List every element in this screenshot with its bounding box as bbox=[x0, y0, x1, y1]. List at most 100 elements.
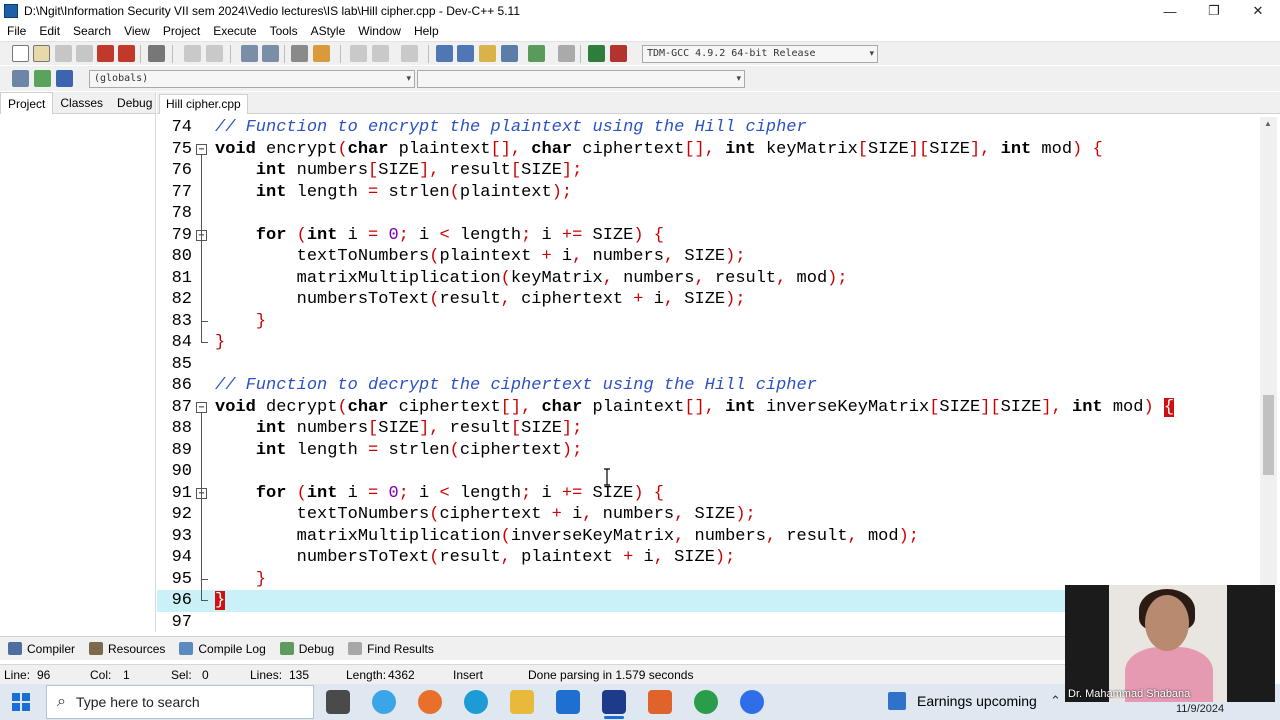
scroll-up-icon[interactable]: ▲ bbox=[1264, 119, 1272, 128]
tab-find-results[interactable]: Find Results bbox=[348, 642, 434, 656]
tab-project[interactable]: Project bbox=[0, 92, 54, 114]
save-icon[interactable] bbox=[55, 45, 72, 62]
menu-tools[interactable]: Tools bbox=[263, 24, 304, 38]
symbol-select[interactable]: ▾ bbox=[417, 70, 745, 88]
code-line[interactable]: 82 numbersToText(result, ciphertext + i,… bbox=[157, 289, 1260, 311]
redo-icon[interactable] bbox=[206, 45, 223, 62]
copilot-icon[interactable] bbox=[372, 690, 396, 714]
powerpoint-icon[interactable] bbox=[648, 690, 672, 714]
code-line[interactable]: 86 // Function to decrypt the ciphertext … bbox=[157, 375, 1260, 397]
code-line[interactable]: 77 int length = strlen(plaintext); bbox=[157, 182, 1260, 204]
code-line[interactable]: 83 } bbox=[157, 311, 1260, 333]
goto-definition-icon[interactable] bbox=[34, 70, 51, 87]
menu-astyle[interactable]: AStyle bbox=[304, 24, 352, 38]
code-line[interactable]: 89 int length = strlen(ciphertext); bbox=[157, 440, 1260, 462]
menu-search[interactable]: Search bbox=[66, 24, 117, 38]
menu-file[interactable]: File bbox=[0, 24, 32, 38]
tab-compile-log[interactable]: Compile Log bbox=[179, 642, 266, 656]
code-line[interactable]: 87− void decrypt(char ciphertext[], char … bbox=[157, 397, 1260, 419]
line-number: 95 bbox=[171, 569, 192, 589]
edge-icon[interactable] bbox=[464, 690, 488, 714]
file-explorer-icon[interactable] bbox=[510, 690, 534, 714]
compile-icon[interactable] bbox=[436, 45, 453, 62]
fold-toggle-icon[interactable]: − bbox=[196, 401, 207, 413]
find-icon[interactable] bbox=[241, 45, 258, 62]
task-view-icon[interactable] bbox=[326, 690, 350, 714]
taskbar-search-box[interactable]: ⌕ Type here to search bbox=[46, 685, 314, 719]
tab-debug-output[interactable]: Debug bbox=[279, 642, 334, 656]
rebuild-all-icon[interactable] bbox=[501, 45, 518, 62]
menu-edit[interactable]: Edit bbox=[32, 24, 66, 38]
code-text: int numbers[SIZE], result[SIZE]; bbox=[255, 161, 583, 180]
menu-view[interactable]: View bbox=[117, 24, 156, 38]
tab-debug[interactable]: Debug bbox=[110, 92, 159, 114]
code-line[interactable]: 90 bbox=[157, 461, 1260, 483]
code-line[interactable]: 85 bbox=[157, 354, 1260, 376]
menu-window[interactable]: Window bbox=[351, 24, 407, 38]
menu-help[interactable]: Help bbox=[407, 24, 445, 38]
syntax-check-icon[interactable] bbox=[528, 45, 545, 62]
run-icon[interactable] bbox=[457, 45, 474, 62]
tab-classes[interactable]: Classes bbox=[53, 92, 110, 114]
code-text: } bbox=[215, 591, 226, 610]
fold-toggle-icon[interactable]: − bbox=[196, 143, 207, 155]
tab-resources[interactable]: Resources bbox=[89, 642, 165, 656]
webcam-caption: Dr. Mahammad Shabana bbox=[1068, 688, 1191, 700]
insert-icon[interactable] bbox=[12, 70, 29, 87]
tray-chevron-up-icon[interactable]: ⌃ bbox=[1050, 693, 1061, 709]
devcpp-taskbar-icon[interactable] bbox=[602, 690, 626, 719]
menu-project[interactable]: Project bbox=[156, 24, 206, 38]
code-line[interactable]: 93 matrixMultiplication(inverseKeyMatrix… bbox=[157, 526, 1260, 548]
unindent-icon[interactable] bbox=[372, 45, 389, 62]
code-line[interactable]: 81 matrixMultiplication(keyMatrix, numbe… bbox=[157, 268, 1260, 290]
toggle-bookmark-icon[interactable] bbox=[313, 45, 330, 62]
print-icon[interactable] bbox=[148, 45, 165, 62]
code-line[interactable]: 84} bbox=[157, 332, 1260, 354]
close-all-icon[interactable] bbox=[118, 45, 135, 62]
close-file-icon[interactable] bbox=[97, 45, 114, 62]
profile-icon[interactable] bbox=[588, 45, 605, 62]
save-all-icon[interactable] bbox=[76, 45, 93, 62]
windows-start-icon[interactable] bbox=[12, 693, 30, 711]
bookmark-icon[interactable] bbox=[56, 70, 73, 87]
debug-icon[interactable] bbox=[610, 45, 627, 62]
chrome-icon[interactable] bbox=[694, 690, 718, 714]
code-line[interactable]: 91− for (int i = 0; i < length; i += SIZ… bbox=[157, 483, 1260, 505]
firefox-icon[interactable] bbox=[418, 690, 442, 714]
status-lines-label: Lines: bbox=[250, 668, 283, 682]
scope-select[interactable]: (globals) ▾ bbox=[89, 70, 415, 88]
code-line[interactable]: 76 int numbers[SIZE], result[SIZE]; bbox=[157, 160, 1260, 182]
scrollbar-thumb[interactable] bbox=[1263, 395, 1274, 475]
code-line[interactable]: 78 bbox=[157, 203, 1260, 225]
compile-run-icon[interactable] bbox=[479, 45, 496, 62]
code-editor[interactable]: 74 // Function to encrypt the plaintext u… bbox=[157, 117, 1260, 633]
new-file-icon[interactable] bbox=[12, 45, 29, 62]
undo-icon[interactable] bbox=[184, 45, 201, 62]
mail-icon[interactable] bbox=[556, 690, 580, 714]
fold-guide-end bbox=[201, 600, 208, 601]
goto-line-icon[interactable] bbox=[291, 45, 308, 62]
editor-vertical-scrollbar[interactable]: ▲ bbox=[1260, 117, 1277, 585]
minimize-button[interactable]: — bbox=[1148, 0, 1192, 22]
toggle-comment-icon[interactable] bbox=[401, 45, 418, 62]
code-line[interactable]: 92 textToNumbers(ciphertext + i, numbers… bbox=[157, 504, 1260, 526]
replace-icon[interactable] bbox=[262, 45, 279, 62]
menu-execute[interactable]: Execute bbox=[206, 24, 262, 38]
code-line[interactable]: 74 // Function to encrypt the plaintext u… bbox=[157, 117, 1260, 139]
code-line[interactable]: 94 numbersToText(result, plaintext + i, … bbox=[157, 547, 1260, 569]
code-line[interactable]: 75− void encrypt(char plaintext[], char c… bbox=[157, 139, 1260, 161]
code-line[interactable]: 88 int numbers[SIZE], result[SIZE]; bbox=[157, 418, 1260, 440]
news-widget[interactable]: Earnings upcoming bbox=[888, 692, 1037, 710]
maximize-button[interactable]: ❐ bbox=[1192, 0, 1236, 22]
zoom-icon[interactable] bbox=[740, 690, 764, 714]
tab-compiler[interactable]: Compiler bbox=[8, 642, 75, 656]
compiler-select[interactable]: TDM-GCC 4.9.2 64-bit Release ▾ bbox=[642, 45, 878, 63]
find-results-icon bbox=[348, 642, 363, 655]
indent-icon[interactable] bbox=[350, 45, 367, 62]
stop-execution-icon[interactable] bbox=[558, 45, 575, 62]
tab-hill-cipher-cpp[interactable]: Hill cipher.cpp bbox=[159, 94, 248, 114]
close-button[interactable]: ✕ bbox=[1236, 0, 1280, 22]
code-line[interactable]: 80 textToNumbers(plaintext + i, numbers,… bbox=[157, 246, 1260, 268]
code-line[interactable]: 79− for (int i = 0; i < length; i += SIZ… bbox=[157, 225, 1260, 247]
open-file-icon[interactable] bbox=[33, 45, 50, 62]
